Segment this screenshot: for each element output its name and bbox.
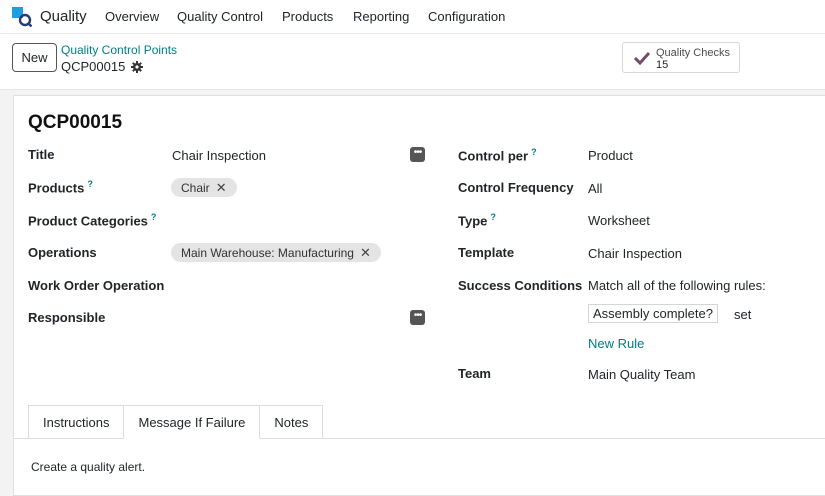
operation-tag-label: Main Warehouse: Manufacturing [181, 245, 354, 260]
quality-checks-button[interactable]: Quality Checks 15 [622, 42, 740, 73]
title-field[interactable]: Chair Inspection [172, 148, 266, 163]
breadcrumb-current: QCP00015 [61, 59, 144, 74]
control-frequency-label: Control Frequency [458, 180, 574, 195]
success-conditions-text: Match all of the following rules: [588, 278, 766, 293]
menu-products[interactable]: Products [282, 9, 333, 24]
control-per-label: Control per? [458, 147, 537, 164]
operations-label: Operations [28, 245, 97, 260]
success-conditions-label: Success Conditions [458, 278, 583, 293]
check-icon [633, 51, 651, 66]
title-label: Title [28, 147, 55, 162]
type-field[interactable]: Worksheet [588, 213, 650, 228]
remove-tag-icon[interactable]: ✕ [216, 180, 227, 196]
quality-checks-label: Quality Checks [656, 47, 730, 59]
breadcrumb-current-label: QCP00015 [61, 59, 126, 74]
help-icon[interactable]: ? [151, 212, 157, 222]
new-rule-link[interactable]: New Rule [588, 336, 644, 351]
tab-notes[interactable]: Notes [259, 405, 324, 439]
more-options-icon[interactable]: ••• [410, 147, 425, 162]
template-field[interactable]: Chair Inspection [588, 246, 682, 261]
failure-message-text[interactable]: Create a quality alert. [31, 460, 145, 474]
top-navbar: Quality Overview Quality Control Product… [0, 0, 825, 34]
product-tag: Chair ✕ [171, 178, 237, 197]
responsible-label: Responsible [28, 310, 106, 325]
rule-operator[interactable]: set [734, 307, 751, 322]
menu-reporting[interactable]: Reporting [353, 9, 409, 24]
notebook-tabs: Instructions Message If Failure Notes [28, 405, 324, 439]
menu-configuration[interactable]: Configuration [428, 9, 505, 24]
template-label: Template [458, 245, 515, 260]
record-title: QCP00015 [28, 112, 123, 133]
control-per-field[interactable]: Product [588, 148, 633, 163]
menu-quality-control[interactable]: Quality Control [177, 9, 263, 24]
remove-tag-icon[interactable]: ✕ [360, 245, 371, 261]
products-label: Products? [28, 179, 93, 196]
more-options-icon[interactable]: ••• [410, 310, 425, 325]
type-label: Type? [458, 212, 496, 229]
control-panel: New Quality Control Points QCP00015 Qual… [0, 34, 825, 90]
breadcrumb-quality-control-points[interactable]: Quality Control Points [61, 43, 177, 57]
gear-icon[interactable] [131, 60, 144, 73]
tab-instructions[interactable]: Instructions [28, 405, 125, 439]
quality-app-icon[interactable] [12, 7, 32, 27]
control-frequency-field[interactable]: All [588, 181, 602, 196]
product-categories-label: Product Categories? [28, 212, 157, 229]
form-sheet: QCP00015 Title Chair Inspection ••• Prod… [13, 95, 825, 496]
help-icon[interactable]: ? [490, 212, 496, 222]
help-icon[interactable]: ? [531, 147, 537, 157]
work-order-operation-label: Work Order Operation [28, 278, 165, 293]
team-field[interactable]: Main Quality Team [588, 367, 695, 382]
quality-checks-count: 15 [656, 59, 669, 71]
menu-overview[interactable]: Overview [105, 9, 159, 24]
app-name[interactable]: Quality [40, 8, 87, 25]
rule-field-selector[interactable]: Assembly complete? [588, 304, 718, 323]
tab-message-if-failure[interactable]: Message If Failure [123, 405, 261, 439]
operation-tag: Main Warehouse: Manufacturing ✕ [171, 243, 381, 262]
team-label: Team [458, 366, 491, 381]
product-tag-label: Chair [181, 180, 210, 195]
help-icon[interactable]: ? [87, 179, 93, 189]
new-button[interactable]: New [12, 43, 57, 72]
